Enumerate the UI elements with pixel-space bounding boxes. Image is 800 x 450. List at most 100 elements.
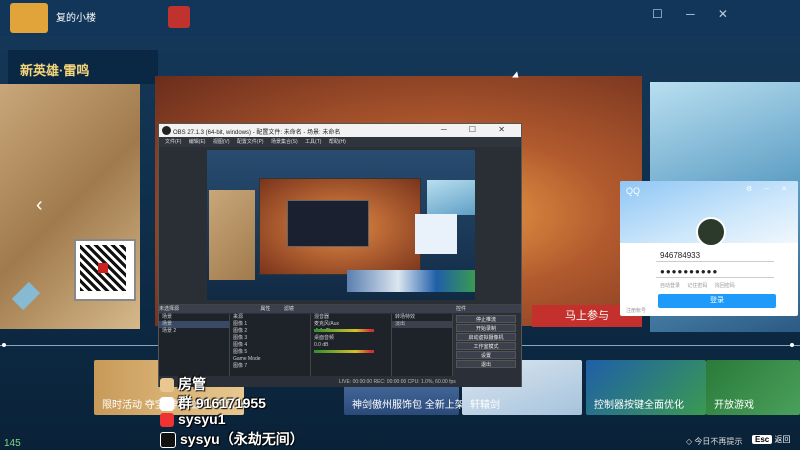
mixer-desktop-label: 桌面音频 bbox=[314, 335, 335, 341]
qq-window-controls[interactable]: ⚙ ─ ✕ bbox=[746, 185, 792, 193]
qr-logo bbox=[98, 263, 108, 273]
obs-window-controls[interactable]: ─ ☐ ✕ bbox=[441, 125, 515, 134]
menu-edit[interactable]: 编辑(E) bbox=[189, 139, 206, 145]
menu-help[interactable]: 帮助(H) bbox=[329, 139, 346, 145]
source-item[interactable]: 图像 3 bbox=[230, 335, 310, 342]
divider-dot-left bbox=[2, 343, 6, 347]
qq-account-field[interactable]: 946784933 bbox=[660, 251, 700, 260]
props-button[interactable]: 属性 bbox=[260, 306, 270, 312]
menu-scene-collection[interactable]: 场景集合(S) bbox=[271, 139, 298, 145]
esc-key: Esc bbox=[752, 435, 773, 444]
source-item[interactable]: 图像 7 bbox=[230, 363, 310, 370]
transitions-pane: 转场特效 淡出 bbox=[392, 314, 453, 376]
tile-controller[interactable]: 控制器按键全面优化 bbox=[586, 360, 706, 415]
account-underline bbox=[656, 261, 774, 262]
tile-label: 控制器按键全面优化 bbox=[594, 400, 684, 411]
menu-view[interactable]: 视图(V) bbox=[213, 139, 230, 145]
stop-stream-button[interactable]: 停止推流 bbox=[456, 315, 516, 323]
tile-open-game[interactable]: 开放游戏 bbox=[706, 360, 800, 415]
overlay-text: 群 916171955 bbox=[178, 395, 266, 411]
mascot-icon bbox=[160, 378, 174, 393]
tile-label: 轩辕剑 bbox=[470, 400, 500, 411]
obs-titlebar[interactable]: OBS 27.1.3 (64-bit, windows) - 配置文件: 未命名… bbox=[159, 124, 521, 137]
obs-dock: 未选择源 属性 滤镜 场景 场景 场景 2 来源 图像 1 图像 2 图像 3 … bbox=[159, 304, 521, 387]
desktop-volume-meter bbox=[314, 350, 374, 353]
obs-window: OBS 27.1.3 (64-bit, windows) - 配置文件: 未命名… bbox=[158, 123, 522, 387]
scene-item[interactable]: 场景 2 bbox=[159, 328, 229, 335]
overlay-text: sysyu1 bbox=[178, 411, 226, 427]
sources-pane: 来源 图像 1 图像 2 图像 3 图像 4 图像 5 Game Mode 图像… bbox=[230, 314, 311, 376]
dock-header-transitions: 转场特效 bbox=[395, 314, 416, 320]
username-label: 复的小楼 bbox=[56, 13, 96, 24]
overlay-line-weibo: sysyu1 bbox=[160, 411, 225, 429]
menu-profile[interactable]: 配置文件(P) bbox=[237, 139, 264, 145]
qq-avatar bbox=[696, 217, 726, 247]
qq-icon bbox=[160, 397, 174, 412]
obs-statusbar: LIVE: 00:00:00 REC: 00:00:00 CPU: 1.0%, … bbox=[339, 379, 456, 385]
dock-header-controls: 控件 bbox=[456, 306, 467, 312]
settings-button[interactable]: 设置 bbox=[456, 351, 516, 359]
studio-mode-button[interactable]: 工作室模式 bbox=[456, 342, 516, 350]
menu-file[interactable]: 文件(F) bbox=[165, 139, 181, 145]
start-recording-button[interactable]: 开始录制 bbox=[456, 324, 516, 332]
window-controls[interactable]: ☐ ─ ✕ bbox=[652, 7, 738, 21]
back-hint[interactable]: Esc 返回 bbox=[752, 434, 790, 445]
overlay-text: sysyu（永劫无间） bbox=[180, 431, 304, 447]
chevron-left-icon[interactable]: ‹ bbox=[36, 194, 43, 217]
preview-tiles bbox=[347, 270, 475, 292]
source-item[interactable]: 图像 1 bbox=[230, 321, 310, 328]
left-card-header: 新英雄·雷鸣 bbox=[8, 50, 158, 84]
exit-button[interactable]: 退出 bbox=[456, 360, 516, 368]
source-item[interactable]: 图像 5 bbox=[230, 349, 310, 356]
source-item[interactable]: 图像 2 bbox=[230, 328, 310, 335]
no-source-label: 未选择源 bbox=[159, 306, 180, 312]
qq-options: 自动登录 记住密码 找回密码 bbox=[660, 282, 735, 289]
user-avatar[interactable] bbox=[10, 3, 48, 33]
weibo-icon bbox=[160, 413, 174, 428]
overlay-text: 房管 bbox=[178, 376, 206, 392]
back-label: 返回 bbox=[774, 435, 791, 444]
overlay-line-admin: 房管 bbox=[160, 374, 206, 393]
obs-preview[interactable] bbox=[207, 150, 475, 300]
qq-password-field[interactable]: ●●●●●●●●●● bbox=[660, 267, 718, 276]
qq-login-window: QQ ⚙ ─ ✕ 946784933 ●●●●●●●●●● 自动登录 记住密码 … bbox=[620, 181, 798, 316]
preview-left-panel bbox=[209, 190, 255, 280]
qq-login-button[interactable]: 登录 bbox=[658, 294, 776, 308]
transition-select[interactable]: 淡出 bbox=[392, 321, 452, 328]
mixer-pane: 混音器 麦克风/Aux -1.1 dB 桌面音频 0.0 dB bbox=[311, 314, 392, 376]
left-promo-panel[interactable] bbox=[0, 84, 140, 329]
obs-menubar: 文件(F) 编辑(E) 视图(V) 配置文件(P) 场景集合(S) 工具(T) … bbox=[159, 137, 521, 147]
left-card-title: 新英雄·雷鸣 bbox=[20, 63, 90, 78]
tile-label: 神剑傲州服饰包 全新上架 bbox=[352, 400, 465, 411]
preview-obs-recursion bbox=[287, 200, 369, 247]
filters-button[interactable]: 滤镜 bbox=[284, 306, 294, 312]
register-link[interactable]: 注册帐号 bbox=[626, 307, 646, 314]
hide-hint-label: 今日不再提示 bbox=[694, 437, 743, 446]
fps-counter: 145 bbox=[4, 438, 21, 449]
hide-hint[interactable]: ◇ 今日不再提示 bbox=[686, 436, 742, 447]
qq-logo: QQ bbox=[626, 186, 641, 196]
remember-password-checkbox[interactable]: 记住密码 bbox=[687, 283, 707, 289]
divider-dot-right bbox=[790, 343, 794, 347]
tiktok-icon bbox=[160, 432, 176, 449]
preview-right-panel bbox=[427, 180, 475, 215]
source-item[interactable]: 图像 4 bbox=[230, 342, 310, 349]
scene-item[interactable]: 场景 bbox=[159, 321, 229, 328]
virtual-camera-button[interactable]: 启动虚拟摄像机 bbox=[456, 333, 516, 341]
launcher-topbar: 复的小楼 ☐ ─ ✕ bbox=[0, 0, 800, 36]
mixer-mic-label: 麦克风/Aux bbox=[314, 321, 340, 327]
dock-header-sources: 来源 bbox=[233, 314, 244, 320]
forgot-password-link[interactable]: 找回密码 bbox=[715, 283, 735, 289]
scenes-pane: 场景 场景 场景 2 bbox=[159, 314, 230, 376]
obs-logo-icon bbox=[162, 126, 171, 135]
home-tab[interactable] bbox=[168, 6, 190, 28]
overlay-line-douyin: sysyu（永劫无间） bbox=[160, 429, 304, 449]
mic-volume-meter bbox=[314, 329, 374, 332]
dock-header-scenes: 场景 bbox=[162, 314, 173, 320]
password-underline bbox=[656, 277, 774, 278]
obs-title: OBS 27.1.3 (64-bit, windows) - 配置文件: 未命名… bbox=[173, 130, 341, 136]
overlay-line-qq-group: 群 916171955 bbox=[160, 393, 266, 412]
auto-login-checkbox[interactable]: 自动登录 bbox=[660, 283, 680, 289]
menu-tools[interactable]: 工具(T) bbox=[305, 139, 321, 145]
source-item[interactable]: Game Mode bbox=[230, 356, 310, 363]
